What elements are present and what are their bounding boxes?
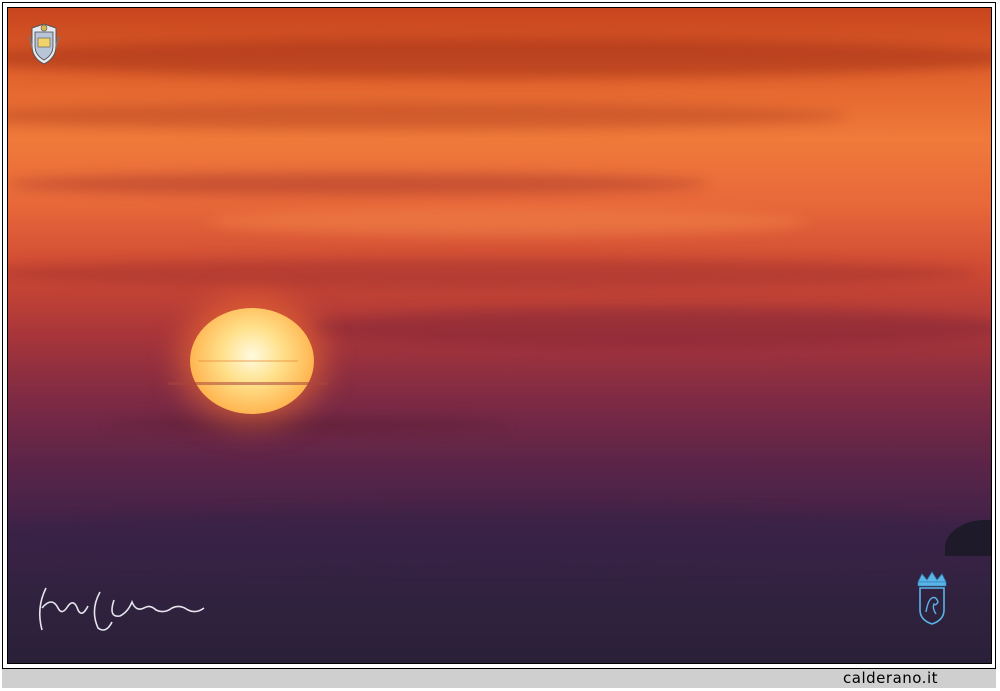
footer-bar: calderano.it <box>2 668 996 688</box>
sunset-photo <box>7 7 992 664</box>
cloud-band <box>8 173 708 195</box>
site-label: calderano.it <box>843 669 938 687</box>
cloud-band <box>308 308 991 348</box>
handwritten-signature-icon <box>38 587 205 631</box>
cloud-band <box>208 208 808 236</box>
sun-cloud-streak <box>168 382 328 385</box>
lion-crest-icon <box>917 571 947 625</box>
sun-cloud-streak <box>198 360 298 362</box>
coat-of-arms-icon <box>27 23 61 65</box>
cloud-band <box>108 418 508 432</box>
cloud-band <box>8 258 978 288</box>
sea-haze <box>8 508 991 568</box>
cloud-band <box>8 103 848 129</box>
cloud-band <box>8 38 991 78</box>
